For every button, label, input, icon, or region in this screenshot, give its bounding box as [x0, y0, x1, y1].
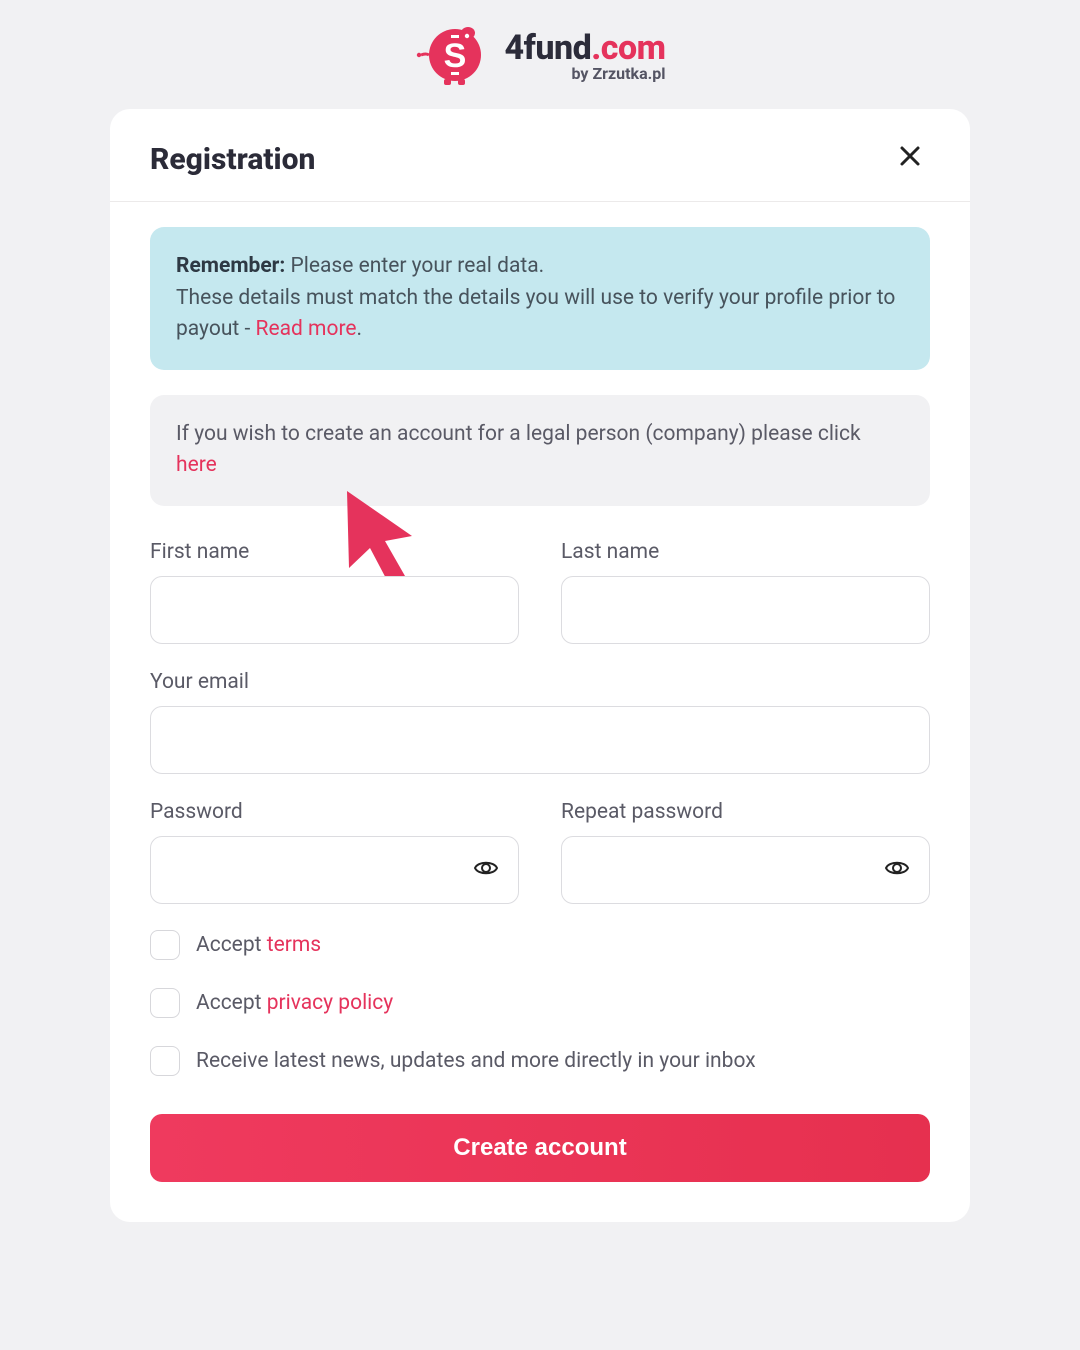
privacy-link[interactable]: privacy policy — [267, 991, 394, 1015]
last-name-input[interactable] — [561, 576, 930, 644]
repeat-password-input[interactable] — [561, 836, 930, 904]
eye-icon — [884, 858, 910, 878]
last-name-label: Last name — [561, 540, 930, 564]
create-account-button[interactable]: Create account — [150, 1114, 930, 1182]
terms-link[interactable]: terms — [267, 933, 321, 957]
registration-modal: Registration Remember: Please enter your… — [110, 109, 970, 1222]
eye-icon — [473, 858, 499, 878]
accept-privacy-label: Accept privacy policy — [196, 991, 393, 1015]
password-label: Password — [150, 800, 519, 824]
first-name-input[interactable] — [150, 576, 519, 644]
read-more-link[interactable]: Read more — [256, 317, 357, 341]
accept-privacy-checkbox[interactable] — [150, 988, 180, 1018]
repeat-password-label: Repeat password — [561, 800, 930, 824]
email-input[interactable] — [150, 706, 930, 774]
password-input[interactable] — [150, 836, 519, 904]
toggle-password-visibility[interactable] — [473, 858, 499, 882]
first-name-label: First name — [150, 540, 519, 564]
brand-name: 4fund — [504, 28, 591, 68]
toggle-repeat-password-visibility[interactable] — [884, 858, 910, 882]
close-button[interactable] — [890, 139, 930, 179]
accept-terms-checkbox[interactable] — [150, 930, 180, 960]
brand-domain: .com — [591, 28, 665, 68]
email-label: Your email — [150, 670, 930, 694]
info-company: If you wish to create an account for a l… — [150, 395, 930, 506]
svg-text:S: S — [444, 37, 467, 75]
close-icon — [898, 144, 922, 168]
newsletter-label: Receive latest news, updates and more di… — [196, 1049, 756, 1073]
newsletter-checkbox[interactable] — [150, 1046, 180, 1076]
modal-title: Registration — [150, 142, 315, 177]
brand-logo: S 4fund.com by Zrzutka.pl — [0, 25, 1080, 89]
accept-terms-label: Accept terms — [196, 933, 321, 957]
info-remember: Remember: Please enter your real data. T… — [150, 227, 930, 370]
info-remember-strong: Remember: — [176, 254, 285, 278]
company-here-link[interactable]: here — [176, 453, 217, 477]
pig-icon: S — [414, 25, 492, 85]
